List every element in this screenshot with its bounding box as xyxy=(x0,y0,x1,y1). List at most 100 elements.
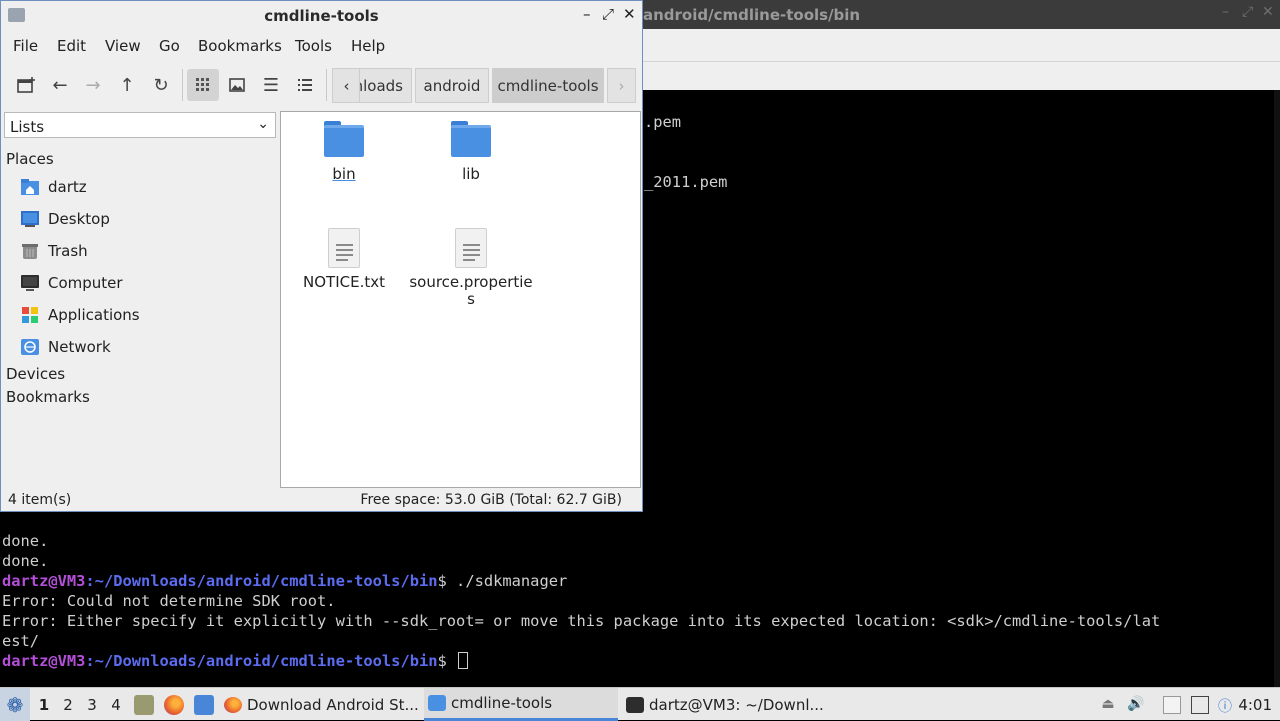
start-menu-button[interactable]: ❁ xyxy=(0,688,30,721)
new-tab-icon[interactable] xyxy=(10,69,42,101)
home-folder-icon xyxy=(21,179,39,195)
menu-help[interactable]: Help xyxy=(351,37,385,55)
menu-edit[interactable]: Edit xyxy=(57,37,86,55)
side-pane: Lists ⌄ Places dartz Desktop Trash Compu… xyxy=(3,110,277,488)
task-firefox[interactable]: Download Android St... xyxy=(224,688,420,721)
file-view[interactable]: bin lib NOTICE.txt source.properties xyxy=(280,111,641,488)
task-label: cmdline-tools xyxy=(451,694,553,712)
terminal-line: .pem xyxy=(644,113,682,131)
folder-icon xyxy=(428,695,446,711)
terminal-scrollbar[interactable] xyxy=(1274,90,1280,687)
file-name: lib xyxy=(462,165,480,183)
maximize-icon[interactable]: ⤢ xyxy=(602,5,614,23)
back-icon[interactable]: ← xyxy=(44,69,76,101)
folder-icon xyxy=(451,121,491,157)
up-icon[interactable]: ↑ xyxy=(111,69,143,101)
prompt-command: $ xyxy=(437,652,457,670)
volume-icon[interactable]: 🔊 xyxy=(1127,696,1145,714)
toolbar-separator xyxy=(182,69,183,101)
terminal-icon xyxy=(626,696,644,713)
place-label: Computer xyxy=(48,274,123,292)
file-item-lib[interactable]: lib xyxy=(408,121,534,183)
side-pane-mode-value: Lists xyxy=(10,118,45,136)
terminal-line: done. xyxy=(2,532,49,550)
window-title: cmdline-tools xyxy=(264,7,379,25)
menu-go[interactable]: Go xyxy=(159,37,180,55)
menu-tools[interactable]: Tools xyxy=(295,37,332,55)
place-item-trash[interactable]: Trash xyxy=(3,237,277,265)
file-manager-window: cmdline-tools – ⤢ ✕ File Edit View Go Bo… xyxy=(0,0,643,512)
chevron-right-icon: › xyxy=(618,76,625,95)
bookmarks-heading[interactable]: Bookmarks xyxy=(6,388,90,406)
file-item-source-properties[interactable]: source.properties xyxy=(408,228,534,308)
forward-icon[interactable]: → xyxy=(77,69,109,101)
terminal-line: _2011.pem xyxy=(644,173,728,191)
icon-view-icon[interactable] xyxy=(187,69,219,101)
breadcrumb-downloads[interactable]: nloads xyxy=(359,68,412,103)
free-space: Free space: 53.0 GiB (Total: 62.7 GiB) xyxy=(360,492,622,508)
file-item-notice-txt[interactable]: NOTICE.txt xyxy=(281,228,407,291)
close-icon[interactable]: ✕ xyxy=(623,5,636,23)
breadcrumb-scroll-left[interactable]: ‹ xyxy=(332,68,361,103)
maximize-icon[interactable]: ⤢ xyxy=(1242,4,1253,20)
place-label: Network xyxy=(48,338,111,356)
task-label: Download Android St... xyxy=(247,695,419,714)
network-icon xyxy=(21,339,39,355)
network-status-icon[interactable] xyxy=(1191,696,1209,714)
update-notifier-icon[interactable]: ⓘ xyxy=(1216,696,1234,715)
file-item-bin[interactable]: bin xyxy=(281,121,407,183)
file-name: source.properties xyxy=(409,273,533,308)
workspace-2[interactable]: 2 xyxy=(58,696,78,714)
eject-icon[interactable]: ⏏ xyxy=(1099,696,1117,714)
devices-heading[interactable]: Devices xyxy=(6,365,65,383)
minimize-icon[interactable]: – xyxy=(1222,4,1229,20)
prompt-path: :~/Downloads/android/cmdline-tools/bin xyxy=(85,652,438,670)
minimize-icon[interactable]: – xyxy=(583,5,591,23)
place-item-network[interactable]: Network xyxy=(3,333,277,361)
task-label: dartz@VM3: ~/Downl... xyxy=(649,695,824,714)
place-item-computer[interactable]: Computer xyxy=(3,269,277,297)
place-label: Applications xyxy=(48,306,140,324)
breadcrumb-android[interactable]: android xyxy=(415,68,489,103)
menubar: File Edit View Go Bookmarks Tools Help xyxy=(1,30,642,61)
task-cmdline-tools[interactable]: cmdline-tools xyxy=(424,688,618,721)
desktop-launcher-icon[interactable] xyxy=(194,695,214,715)
side-pane-mode-select[interactable]: Lists ⌄ xyxy=(4,112,276,138)
compact-view-icon[interactable]: ☰ xyxy=(255,69,287,101)
prompt-command: $ ./sdkmanager xyxy=(437,572,568,590)
text-file-icon xyxy=(455,228,487,268)
reload-icon[interactable]: ↻ xyxy=(145,69,177,101)
breadcrumb-cmdline-tools[interactable]: cmdline-tools xyxy=(492,68,604,103)
place-label: Desktop xyxy=(48,210,110,228)
folder-icon xyxy=(324,121,364,157)
menu-view[interactable]: View xyxy=(105,37,141,55)
breadcrumb-scroll-right[interactable]: › xyxy=(607,68,636,103)
file-name: NOTICE.txt xyxy=(303,273,385,291)
file-name: bin xyxy=(332,165,356,183)
computer-icon xyxy=(21,275,39,291)
close-icon[interactable]: ✕ xyxy=(1262,4,1274,20)
thumbnail-view-icon[interactable] xyxy=(221,69,253,101)
desktop-icon xyxy=(21,211,39,227)
place-item-applications[interactable]: Applications xyxy=(3,301,277,329)
workspace-3[interactable]: 3 xyxy=(82,696,102,714)
terminal-line: Error: Either specify it explicitly with… xyxy=(2,612,1161,630)
file-manager-launcher-icon[interactable] xyxy=(134,695,154,715)
place-item-desktop[interactable]: Desktop xyxy=(3,205,277,233)
prompt-user: dartz@VM3 xyxy=(2,572,86,590)
taskbar: ❁ 1 2 3 4 Download Android St... cmdline… xyxy=(0,687,1280,721)
place-item-dartz[interactable]: dartz xyxy=(3,173,277,201)
task-terminal[interactable]: dartz@VM3: ~/Downl... xyxy=(626,688,826,721)
detailed-list-view-icon[interactable] xyxy=(289,69,321,101)
workspace-1[interactable]: 1 xyxy=(34,696,54,714)
clock[interactable]: 4:01 xyxy=(1238,696,1272,714)
terminal-title: android/cmdline-tools/bin xyxy=(643,6,861,24)
firefox-icon xyxy=(224,696,242,713)
menu-file[interactable]: File xyxy=(13,37,38,55)
menu-bookmarks[interactable]: Bookmarks xyxy=(198,37,282,55)
clipboard-icon[interactable] xyxy=(1163,696,1181,714)
terminal-line: done. xyxy=(2,552,49,570)
workspace-4[interactable]: 4 xyxy=(106,696,126,714)
file-manager-titlebar[interactable]: cmdline-tools – ⤢ ✕ xyxy=(1,1,642,30)
firefox-launcher-icon[interactable] xyxy=(164,695,184,715)
